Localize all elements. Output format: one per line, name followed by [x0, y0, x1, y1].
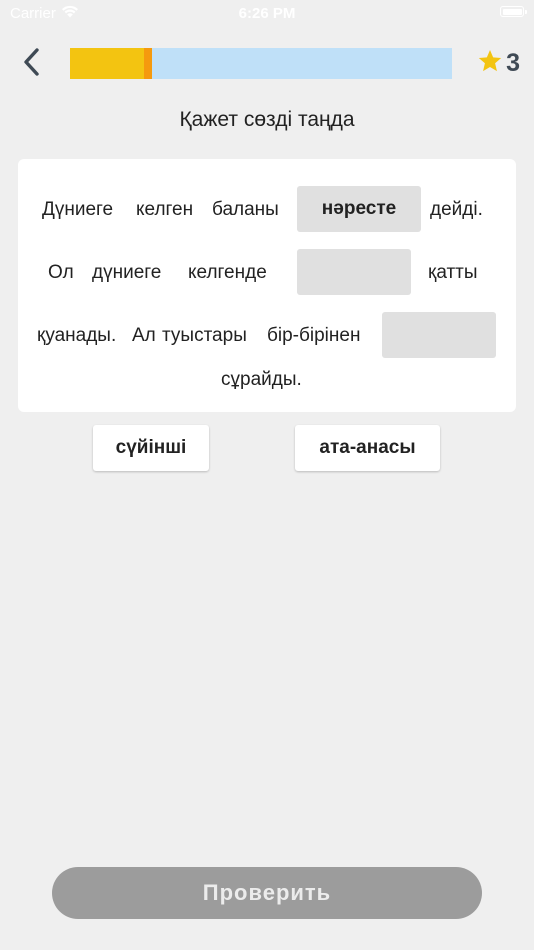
status-bar: Carrier 6:26 PM: [0, 0, 534, 28]
score-value: 3: [506, 49, 520, 77]
sentence-word: Ол: [48, 262, 74, 283]
option-word-2[interactable]: ата-анасы: [295, 425, 440, 471]
back-button[interactable]: [14, 44, 50, 84]
progress-bar: [70, 48, 452, 79]
check-button[interactable]: Проверить: [52, 867, 482, 919]
sentence-word: келгенде: [188, 262, 267, 283]
sentence-word: дейді.: [430, 199, 483, 220]
battery-icon: [500, 6, 527, 17]
sentence-word: баланы: [212, 199, 279, 220]
chevron-left-icon: [22, 47, 42, 82]
sentence-word: бір-бірінен: [267, 325, 361, 346]
star-icon: [477, 48, 503, 79]
sentence-word: дүниеге: [92, 262, 162, 283]
sentence-word: қуанады.: [37, 325, 117, 346]
answer-slot-3[interactable]: [382, 312, 496, 358]
progress-fill-cap: [144, 48, 153, 79]
sentence-word: туыстары: [162, 325, 247, 346]
sentence-word: Ал: [132, 325, 156, 346]
page-title: Қажет сөзді таңда: [179, 108, 355, 131]
option-word-1[interactable]: сүйінші: [93, 425, 209, 471]
status-time: 6:26 PM: [238, 5, 296, 22]
score-counter: 3: [477, 48, 520, 79]
sentence-word: келген: [136, 199, 194, 220]
sentence-word: сұрайды.: [221, 369, 302, 390]
sentence-word: Дүниеге: [42, 199, 114, 220]
progress-fill: [70, 48, 153, 79]
answer-slot-2[interactable]: [297, 249, 411, 295]
answer-slot-1[interactable]: нәресте: [297, 186, 421, 232]
sentence-card: Дүниеге келген баланы нәресте дейді. Ол …: [18, 159, 516, 412]
sentence-word: қатты: [428, 262, 478, 283]
